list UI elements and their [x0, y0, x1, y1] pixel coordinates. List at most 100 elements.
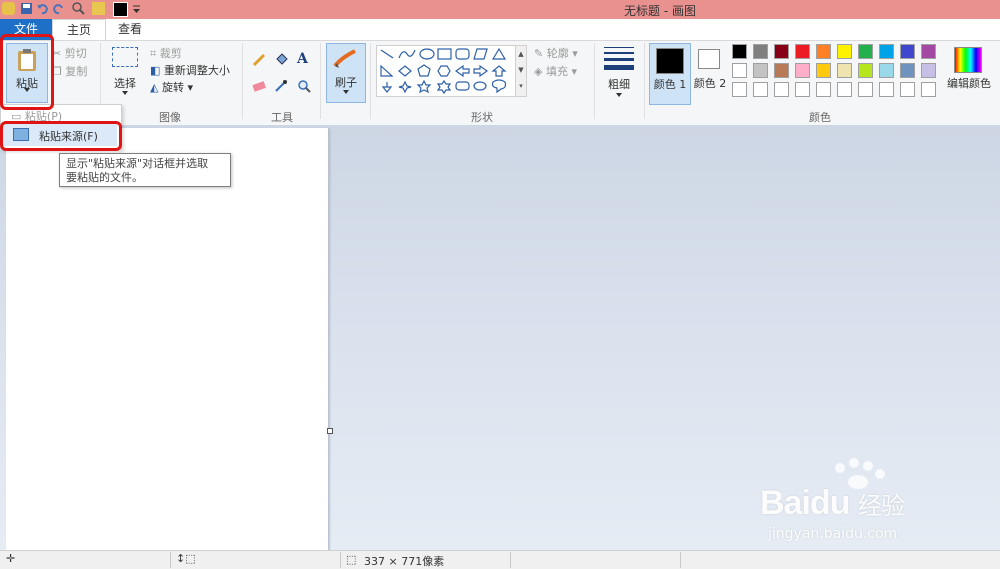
fill-bucket-icon[interactable] [274, 53, 288, 70]
tooltip-line1: 显示"粘贴来源"对话框并选取 [66, 157, 209, 170]
color-swatch[interactable] [837, 63, 852, 78]
color-swatch[interactable] [858, 82, 873, 97]
color-swatch[interactable] [921, 63, 936, 78]
drawing-canvas[interactable] [6, 128, 329, 550]
tools-group-label: 工具 [271, 111, 293, 124]
cut-button[interactable]: ✂ 剪切 [52, 45, 87, 61]
divider [644, 43, 645, 119]
color-swatch[interactable] [879, 44, 894, 59]
crop-icon: ⌗ [150, 47, 157, 60]
highlight-paste-button [0, 34, 54, 110]
color-swatch[interactable] [900, 44, 915, 59]
status-bar: ✛ ↕⬚ ⬚ 337 × 771像素 [0, 550, 1000, 569]
color-swatch[interactable] [837, 44, 852, 59]
shapes-gallery-icons [380, 47, 507, 95]
resize-icon: ◧ [150, 64, 161, 77]
color-swatch[interactable] [879, 82, 894, 97]
color-palette [732, 44, 942, 98]
fill-button[interactable]: ◈ 填充 ▾ [534, 63, 577, 79]
selection-rect-icon [112, 47, 138, 67]
watermark-cn: 经验 [857, 493, 905, 520]
eraser-icon[interactable] [252, 79, 267, 96]
divider [680, 552, 681, 568]
window-title: 无标题 - 画图 [624, 4, 696, 18]
color-swatch[interactable] [774, 44, 789, 59]
color-swatch[interactable] [774, 82, 789, 97]
color2-button[interactable]: 颜色 2 [692, 43, 728, 103]
text-tool-icon[interactable]: A [297, 51, 308, 67]
rotate-dropdown-arrow-icon: ▾ [187, 81, 193, 94]
watermark-brand: Bai [760, 484, 811, 522]
watermark-url: jingyan.baidu.com [768, 526, 898, 542]
color1-swatch [656, 48, 684, 74]
color-swatch[interactable] [858, 44, 873, 59]
divider [594, 43, 595, 119]
size-button[interactable]: 粗细 [600, 45, 638, 103]
tab-view[interactable]: 查看 [104, 19, 156, 40]
color-swatch[interactable] [816, 44, 831, 59]
highlight-paste-from [0, 121, 122, 151]
outline-button[interactable]: ✎ 轮廓 ▾ [534, 45, 578, 61]
divider [170, 552, 171, 568]
divider [370, 43, 371, 119]
canvas-resize-handle[interactable] [327, 428, 333, 434]
shapes-gallery[interactable] [376, 45, 516, 97]
color-swatch[interactable] [753, 82, 768, 97]
size-dropdown-arrow-icon[interactable] [616, 93, 622, 97]
tooltip-line2: 要粘贴的文件。 [66, 171, 143, 184]
color-swatch[interactable] [732, 63, 747, 78]
color-swatch[interactable] [732, 44, 747, 59]
color-swatch[interactable] [753, 63, 768, 78]
rotate-label: 旋转 [161, 81, 184, 94]
divider [320, 43, 321, 119]
color-swatch[interactable] [921, 44, 936, 59]
edit-colors-button[interactable]: 编辑颜色 [944, 45, 994, 103]
resize-button[interactable]: ◧ 重新调整大小 [150, 62, 230, 78]
color-swatch[interactable] [753, 44, 768, 59]
magnifier-icon[interactable] [297, 79, 311, 96]
shapes-scrollbar[interactable]: ▲ ▼ ▾ [515, 45, 527, 97]
rainbow-icon [954, 47, 982, 73]
brush-icon [333, 49, 356, 68]
color-swatch[interactable] [837, 82, 852, 97]
color-swatch[interactable] [795, 82, 810, 97]
brush-button[interactable]: 刷子 [326, 43, 366, 103]
color-picker-icon[interactable] [274, 79, 288, 96]
color-swatch[interactable] [900, 63, 915, 78]
color-swatch[interactable] [816, 82, 831, 97]
crop-label: 裁剪 [159, 47, 182, 60]
title-bar: 无标题 - 画图 [0, 0, 1000, 19]
outline-icon: ✎ [534, 47, 544, 60]
select-dropdown-arrow-icon[interactable] [122, 91, 128, 95]
pencil-icon[interactable] [252, 53, 266, 70]
color-swatch[interactable] [921, 82, 936, 97]
tab-home[interactable]: 主页 [52, 19, 106, 40]
crop-button[interactable]: ⌗ 裁剪 [150, 45, 182, 61]
select-button[interactable]: 选择 [110, 45, 140, 103]
colors-group-label: 颜色 [809, 111, 831, 124]
color2-label: 颜色 2 [693, 77, 727, 90]
copy-label: 复制 [65, 65, 88, 78]
fill-label: 填充 [545, 65, 568, 78]
color-swatch[interactable] [900, 82, 915, 97]
color-swatch[interactable] [795, 44, 810, 59]
divider [340, 552, 341, 568]
color-swatch[interactable] [774, 63, 789, 78]
image-group-label: 图像 [159, 111, 181, 124]
color-swatch[interactable] [816, 63, 831, 78]
color1-label: 颜色 1 [653, 78, 687, 91]
rotate-button[interactable]: ◭ 旋转 ▾ [150, 79, 193, 95]
copy-button[interactable]: ❐ 复制 [52, 63, 87, 79]
color-swatch[interactable] [795, 63, 810, 78]
canvas-size-icon: ⬚ [346, 553, 357, 566]
tooltip: 显示"粘贴来源"对话框并选取 要粘贴的文件。 [59, 153, 231, 187]
brush-dropdown-arrow-icon[interactable] [343, 90, 349, 94]
divider [510, 552, 511, 568]
brush-label: 刷子 [335, 76, 357, 89]
color-swatch[interactable] [879, 63, 894, 78]
color-swatch[interactable] [732, 82, 747, 97]
color-swatch[interactable] [858, 63, 873, 78]
canvas-size-text: 337 × 771像素 [364, 555, 445, 568]
size-line-icon [604, 52, 634, 54]
color1-button[interactable]: 颜色 1 [649, 43, 691, 105]
